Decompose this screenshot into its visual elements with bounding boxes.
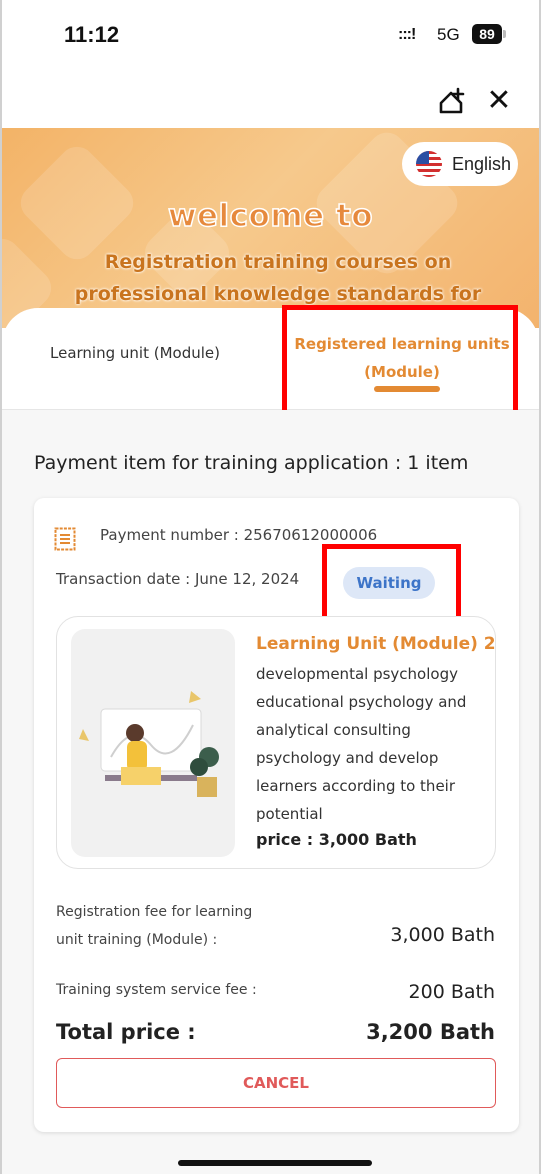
status-bar: 11:12 :::! 5G 89 [0,0,541,70]
language-label: English [452,153,512,174]
signal-icon: :::! [398,26,416,43]
section-title: Payment item for training application : … [34,452,469,474]
home-indicator [178,1160,372,1166]
module-image [71,629,235,857]
service-fee-value: 200 Bath [408,981,495,1003]
service-fee-label: Training system service fee : [56,982,257,998]
highlight-box [282,305,518,416]
battery-tip [503,30,506,38]
illustration-icon [79,691,219,797]
module-title: Learning Unit (Module) 2 [256,634,496,654]
module-description: developmental psychology educational psy… [256,665,467,823]
share-icon[interactable] [436,86,466,116]
network-type: 5G [437,25,460,44]
payment-number: Payment number : 25670612000006 [100,526,378,544]
registration-fee-value: 3,000 Bath [390,924,495,946]
welcome-heading: welcome to [167,197,374,235]
highlight-box [322,544,461,621]
registration-fee-label: Registration fee for learning unit train… [56,904,253,948]
clock: 11:12 [64,22,120,47]
tab-learning-unit[interactable]: Learning unit (Module) [50,344,220,362]
document-icon [54,527,76,551]
battery-icon: 89 [472,24,502,44]
close-icon[interactable]: ✕ [484,86,514,116]
total-value: 3,200 Bath [366,1020,495,1044]
module-price: price : 3,000 Bath [256,830,417,849]
transaction-date: Transaction date : June 12, 2024 [56,570,300,588]
total-label: Total price : [56,1020,196,1044]
language-button[interactable]: English [402,142,518,186]
us-flag-icon [416,151,442,177]
cancel-button[interactable]: CANCEL [56,1058,496,1108]
